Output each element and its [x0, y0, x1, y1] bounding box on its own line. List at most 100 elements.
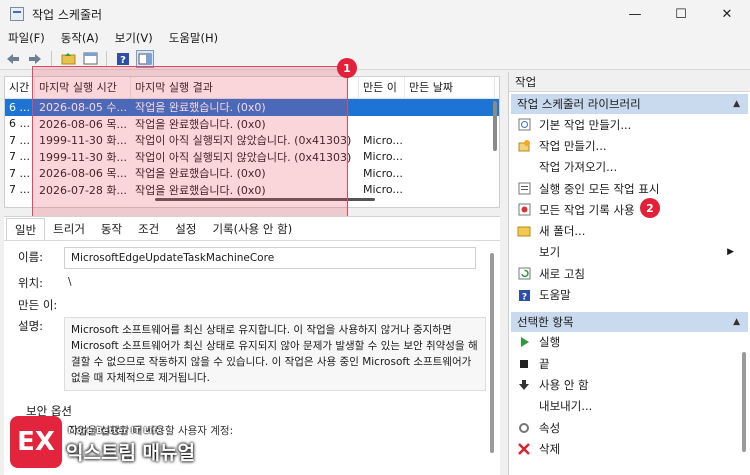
site-logo-tagline: More Better IT Life — [68, 426, 163, 435]
table-cell: Micro... — [363, 133, 403, 147]
history-icon — [517, 203, 531, 217]
action-label: 작업 만들기... — [539, 138, 607, 153]
table-cell: 6 ... — [9, 117, 30, 131]
site-logo-name: 익스트림 매뉴얼 — [66, 442, 195, 464]
table-cell: Micro... — [363, 166, 403, 180]
menu-view[interactable]: 보기(V) — [107, 30, 161, 46]
actions-pane-header: 작업 — [509, 72, 750, 92]
action-end[interactable]: 끝 — [509, 353, 750, 374]
action-run[interactable]: 실행 — [509, 332, 750, 353]
forward-icon[interactable] — [26, 50, 44, 68]
folder-up-icon[interactable] — [59, 50, 77, 68]
action-label: 도움말 — [539, 288, 571, 303]
column-header-created[interactable]: 만든 날짜 — [405, 76, 495, 99]
folder-icon — [517, 224, 531, 238]
menu-help[interactable]: 도움말(H) — [161, 30, 226, 46]
running-tasks-icon — [517, 182, 531, 196]
actions-vertical-scrollbar[interactable] — [742, 352, 746, 452]
run-icon — [517, 335, 531, 349]
action-properties[interactable]: 속성 — [509, 417, 750, 438]
show-hide-action-pane-icon[interactable] — [136, 49, 154, 68]
window-title: 작업 스케줄러 — [32, 7, 103, 22]
properties-icon — [517, 421, 531, 435]
action-import-task[interactable]: 작업 가져오기... — [509, 157, 750, 178]
action-delete[interactable]: 삭제 — [509, 438, 750, 459]
tab-conditions[interactable]: 조건 — [130, 218, 167, 240]
action-label: 실행 — [539, 335, 561, 350]
list-vertical-scrollbar[interactable] — [493, 101, 497, 151]
table-cell: Micro... — [363, 183, 403, 197]
toolbar-separator — [51, 50, 52, 67]
submenu-arrow-icon: ▶ — [727, 247, 734, 258]
tab-triggers[interactable]: 트리거 — [45, 218, 93, 240]
column-header-time[interactable]: 시간 — [5, 76, 35, 99]
site-logo-mark: EX — [10, 416, 62, 468]
action-label: 기본 작업 만들기... — [539, 117, 632, 132]
back-icon[interactable] — [4, 50, 22, 68]
task-details-pane: 일반 트리거 동작 조건 설정 기록(사용 안 함) 이름: Microsoft… — [4, 216, 500, 475]
action-label: 새로 고침 — [539, 266, 585, 281]
action-refresh[interactable]: 새로 고침 — [509, 263, 750, 284]
title-bar: 작업 스케줄러 — ☐ ✕ — [0, 0, 750, 28]
tab-history[interactable]: 기록(사용 안 함) — [204, 218, 300, 240]
section-task-scheduler-library[interactable]: 작업 스케줄러 라이브러리 ▲ — [511, 94, 748, 114]
name-label: 이름: — [18, 250, 44, 264]
location-label: 위치: — [18, 276, 44, 290]
create-task-icon — [517, 139, 531, 153]
end-icon — [517, 357, 531, 371]
tab-general[interactable]: 일반 — [6, 218, 46, 240]
action-label: 보기 — [539, 245, 561, 260]
section-title: 작업 스케줄러 라이브러리 — [517, 97, 641, 111]
table-cell: 7 ... — [9, 183, 30, 197]
description-label: 설명: — [18, 319, 44, 333]
action-label: 작업 가져오기... — [539, 160, 618, 175]
disable-icon — [517, 378, 531, 392]
task-scheduler-icon — [10, 7, 24, 21]
action-disable[interactable]: 사용 안 함 — [509, 374, 750, 395]
table-cell: 7 ... — [9, 150, 30, 164]
description-field[interactable]: Microsoft 소프트웨어를 최신 상태로 유지합니다. 이 작업을 사용하… — [64, 317, 486, 391]
tab-actions[interactable]: 동작 — [93, 218, 130, 240]
author-label: 만든 이: — [18, 298, 58, 312]
actions-pane: 작업 작업 스케줄러 라이브러리 ▲ 기본 작업 만들기... 작업 만들기..… — [508, 72, 750, 475]
table-cell: 7 ... — [9, 166, 30, 180]
table-cell: 6 ... — [9, 100, 30, 114]
action-label: 실행 중인 모든 작업 표시 — [539, 181, 660, 196]
menu-action[interactable]: 동작(A) — [53, 30, 107, 46]
action-help[interactable]: ? 도움말 — [509, 284, 750, 305]
tab-settings[interactable]: 설정 — [167, 218, 204, 240]
section-selected-item[interactable]: 선택한 항목 ▲ — [511, 311, 748, 332]
column-header-author[interactable]: 만든 이 — [359, 76, 405, 99]
name-field[interactable]: MicrosoftEdgeUpdateTaskMachineCore — [64, 247, 476, 269]
refresh-icon — [517, 267, 531, 281]
callout-badge-2: 2 — [640, 198, 660, 218]
close-button[interactable]: ✕ — [704, 0, 750, 28]
action-new-folder[interactable]: 새 폴더... — [509, 220, 750, 241]
section-title: 선택한 항목 — [517, 314, 574, 329]
delete-icon — [517, 442, 531, 456]
show-hide-console-tree-icon[interactable] — [81, 50, 99, 68]
collapse-icon[interactable]: ▲ — [733, 94, 740, 114]
action-create-basic-task[interactable]: 기본 작업 만들기... — [509, 114, 750, 135]
table-cell: Micro... — [363, 150, 403, 164]
blank-icon — [517, 399, 531, 413]
action-display-running-tasks[interactable]: 실행 중인 모든 작업 표시 — [509, 178, 750, 199]
action-label: 새 폴더... — [539, 224, 586, 239]
action-label: 끝 — [539, 356, 550, 371]
action-label: 속성 — [539, 420, 561, 435]
action-label: 내보내기... — [539, 399, 593, 414]
menu-file[interactable]: 파일(F) — [0, 30, 53, 46]
location-value: \ — [68, 276, 72, 288]
help-icon[interactable]: ? — [114, 50, 132, 68]
details-vertical-scrollbar[interactable] — [490, 253, 494, 453]
action-export[interactable]: 내보내기... — [509, 396, 750, 417]
action-view[interactable]: 보기 ▶ — [509, 242, 750, 263]
action-create-task[interactable]: 작업 만들기... — [509, 135, 750, 156]
minimize-button[interactable]: — — [612, 0, 658, 28]
collapse-icon[interactable]: ▲ — [733, 312, 740, 332]
action-enable-all-history[interactable]: 모든 작업 기록 사용 — [509, 199, 750, 220]
table-cell: 7 ... — [9, 133, 30, 147]
details-tabs: 일반 트리거 동작 조건 설정 기록(사용 안 함) — [4, 217, 500, 241]
maximize-button[interactable]: ☐ — [658, 0, 704, 28]
basic-task-icon — [517, 118, 531, 132]
